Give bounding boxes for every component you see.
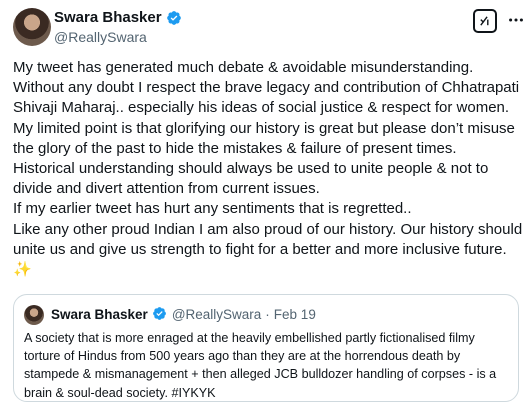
- author-display-name[interactable]: Swara Bhasker: [54, 9, 162, 26]
- tweet-line: Like any other proud Indian I am also pr…: [13, 220, 523, 238]
- tweet-line: Historical understanding should always b…: [13, 160, 489, 178]
- quoted-author-avatar: [24, 305, 44, 325]
- quoted-author-handle: @ReallySwara: [171, 306, 262, 322]
- quoted-author-name: Swara Bhasker: [51, 306, 148, 322]
- quoted-date: Feb 19: [273, 306, 316, 322]
- verified-badge-icon: [166, 10, 182, 26]
- tweet-line: the glory of the past to hide the mistak…: [13, 139, 457, 157]
- quoted-line: brain & soul-dead society. #IYKYK: [24, 385, 216, 400]
- sparkles-emoji: ✨: [13, 261, 32, 279]
- quoted-line: A society that is more enraged at the he…: [24, 331, 475, 345]
- tweet-card: Swara Bhasker @ReallySwara My tweet has …: [0, 0, 532, 416]
- tweet-line: unite us and give us strength to fight f…: [13, 240, 507, 258]
- author-avatar[interactable]: [13, 8, 51, 46]
- quoted-body: A society that is more enraged at the he…: [24, 329, 514, 402]
- author-handle[interactable]: @ReallySwara: [54, 29, 147, 45]
- tweet-line: My tweet has generated much debate & avo…: [13, 59, 474, 76]
- author-name-row: Swara Bhasker: [54, 9, 182, 26]
- tweet-body: My tweet has generated much debate & avo…: [13, 58, 525, 280]
- tweet-line: Shivaji Maharaj.. especially his ideas o…: [13, 99, 510, 117]
- tweet-line: My limited point is that glorifying our …: [13, 119, 515, 137]
- quoted-line: stampede & mismanagement + then alleged …: [24, 367, 497, 382]
- tweet-line: divide and divert attention from current…: [13, 180, 320, 198]
- tweet-line: Without any doubt I respect the brave le…: [13, 79, 520, 97]
- quoted-tweet[interactable]: Swara Bhasker @ReallySwara · Feb 19 A so…: [13, 294, 519, 402]
- verified-badge-icon: [152, 306, 168, 322]
- grok-icon[interactable]: [473, 9, 497, 33]
- more-options-icon[interactable]: [505, 9, 527, 31]
- quoted-line: torture of Hindus from 500 years ago tha…: [24, 349, 461, 364]
- tweet-line: If my earlier tweet has hurt any sentime…: [13, 200, 412, 218]
- quoted-separator: ·: [265, 306, 270, 322]
- quoted-header: Swara Bhasker @ReallySwara · Feb 19: [51, 306, 316, 322]
